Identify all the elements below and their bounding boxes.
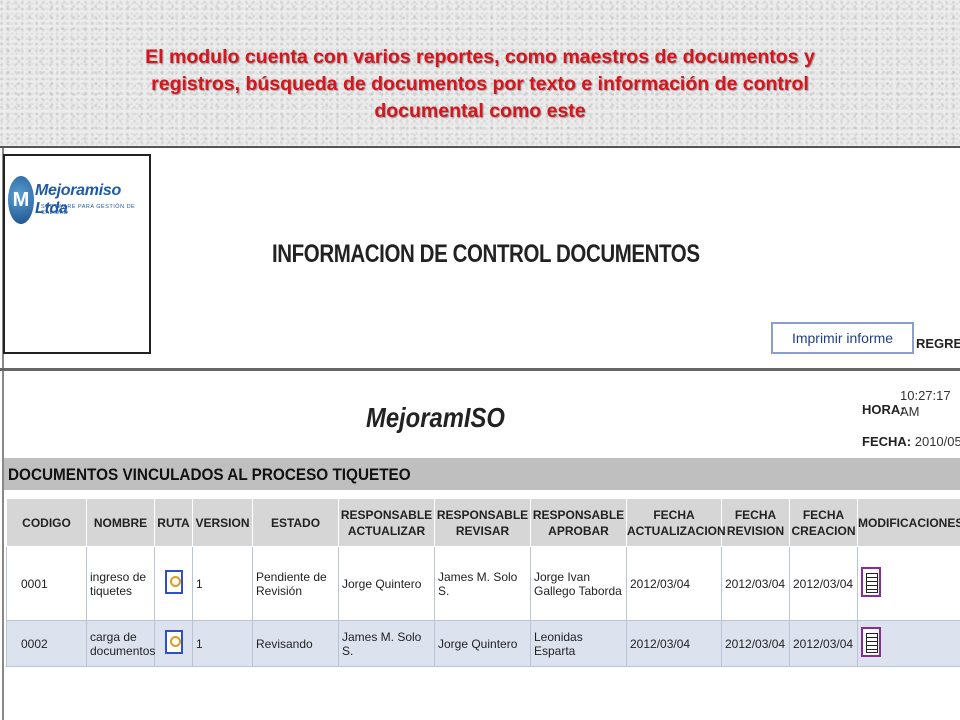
cell-resp-revisar: James M. Solo S. [434,546,531,621]
cell-ruta [154,620,193,667]
cell-resp-revisar: Jorge Quintero [434,620,531,667]
date-label: FECHA: [862,434,912,449]
company-logo: M Mejoramiso Ltda SOFTWARE PARA GESTIÓN … [3,154,151,354]
time-value: 10:27:17 [900,388,951,403]
col-header-estado[interactable]: ESTADO [252,498,339,547]
logo-mark-icon: M [8,176,34,224]
magnifier-icon[interactable] [164,630,183,654]
magnifier-icon[interactable] [164,570,183,594]
report-date: FECHA: 2010/05/01 [862,434,960,449]
section-header: DOCUMENTOS VINCULADOS AL PROCESO TIQUETE… [4,458,960,490]
documents-table: CODIGO NOMBRE RUTA VERSION ESTADO RESPON… [6,498,960,667]
cell-resp-actualizar: Jorge Quintero [338,546,435,621]
cell-version: 1 [192,620,253,667]
cell-modificaciones [857,620,960,667]
table-header-row: CODIGO NOMBRE RUTA VERSION ESTADO RESPON… [6,498,960,547]
cell-estado: Revisando [252,620,339,667]
cell-nombre: ingreso de tiquetes [86,546,155,621]
page-title: INFORMACION DE CONTROL DOCUMENTOS [272,240,700,268]
time-label: HORA: [862,402,905,417]
col-header-codigo[interactable]: CODIGO [6,498,87,547]
cell-fecha-revision: 2012/03/04 [721,620,790,667]
cell-fecha-creacion: 2012/03/04 [789,620,858,667]
cell-nombre: carga de documentos [86,620,155,667]
logo-tagline: SOFTWARE PARA GESTIÓN DE CALIDAD [41,204,136,216]
back-link[interactable]: REGRESA [916,336,960,351]
col-header-version[interactable]: VERSION [192,498,253,547]
col-header-ruta[interactable]: RUTA [154,498,193,547]
caption-line-3: documental como este [374,100,586,122]
col-header-modificaciones[interactable]: MODIFICACIONES [857,498,960,547]
header-divider [0,368,960,371]
cell-fecha-creacion: 2012/03/04 [789,546,858,621]
section-title: DOCUMENTOS VINCULADOS AL PROCESO TIQUETE… [8,465,411,484]
col-header-fecha-revision[interactable]: FECHA REVISION [721,498,790,547]
cell-codigo: 0001 [6,546,87,621]
caption-line-1: El modulo cuenta con varios reportes, co… [145,46,815,68]
date-value: 2010/05/01 [914,434,960,449]
cell-codigo: 0002 [6,620,87,667]
col-header-nombre[interactable]: NOMBRE [86,498,155,547]
cell-fecha-actualizacion: 2012/03/04 [626,546,722,621]
table-row: 0002 carga de documentos 1 Revisando Jam… [6,620,960,667]
cell-version: 1 [192,546,253,621]
cell-resp-aprobar: Leonidas Esparta [530,620,627,667]
document-icon[interactable] [861,627,881,657]
col-header-resp-aprobar[interactable]: RESPONSABLE APROBAR [530,498,627,547]
cell-fecha-actualizacion: 2012/03/04 [626,620,722,667]
cell-modificaciones [857,546,960,621]
col-header-resp-actualizar[interactable]: RESPONSABLE ACTUALIZAR [338,498,435,547]
cell-fecha-revision: 2012/03/04 [721,546,790,621]
caption-line-2: registros, búsqueda de documentos por te… [151,73,809,95]
cell-estado: Pendiente de Revisión [252,546,339,621]
cell-ruta [154,546,193,621]
document-icon[interactable] [861,567,881,597]
table-row: 0001 ingreso de tiquetes 1 Pendiente de … [6,546,960,621]
col-header-fecha-actualizacion[interactable]: FECHA ACTUALIZACION [626,498,726,547]
slide-caption: El modulo cuenta con varios reportes, co… [30,44,930,125]
cell-resp-aprobar: Jorge Ivan Gallego Taborda [530,546,627,621]
cell-resp-actualizar: James M. Solo S. [338,620,435,667]
time-ampm: AM [900,404,920,419]
report-brand: MejoramISO [366,402,505,433]
print-report-button[interactable]: Imprimir informe [771,322,914,354]
col-header-resp-revisar[interactable]: RESPONSABLE REVISAR [434,498,531,547]
col-header-fecha-creacion[interactable]: FECHA CREACION [789,498,858,547]
